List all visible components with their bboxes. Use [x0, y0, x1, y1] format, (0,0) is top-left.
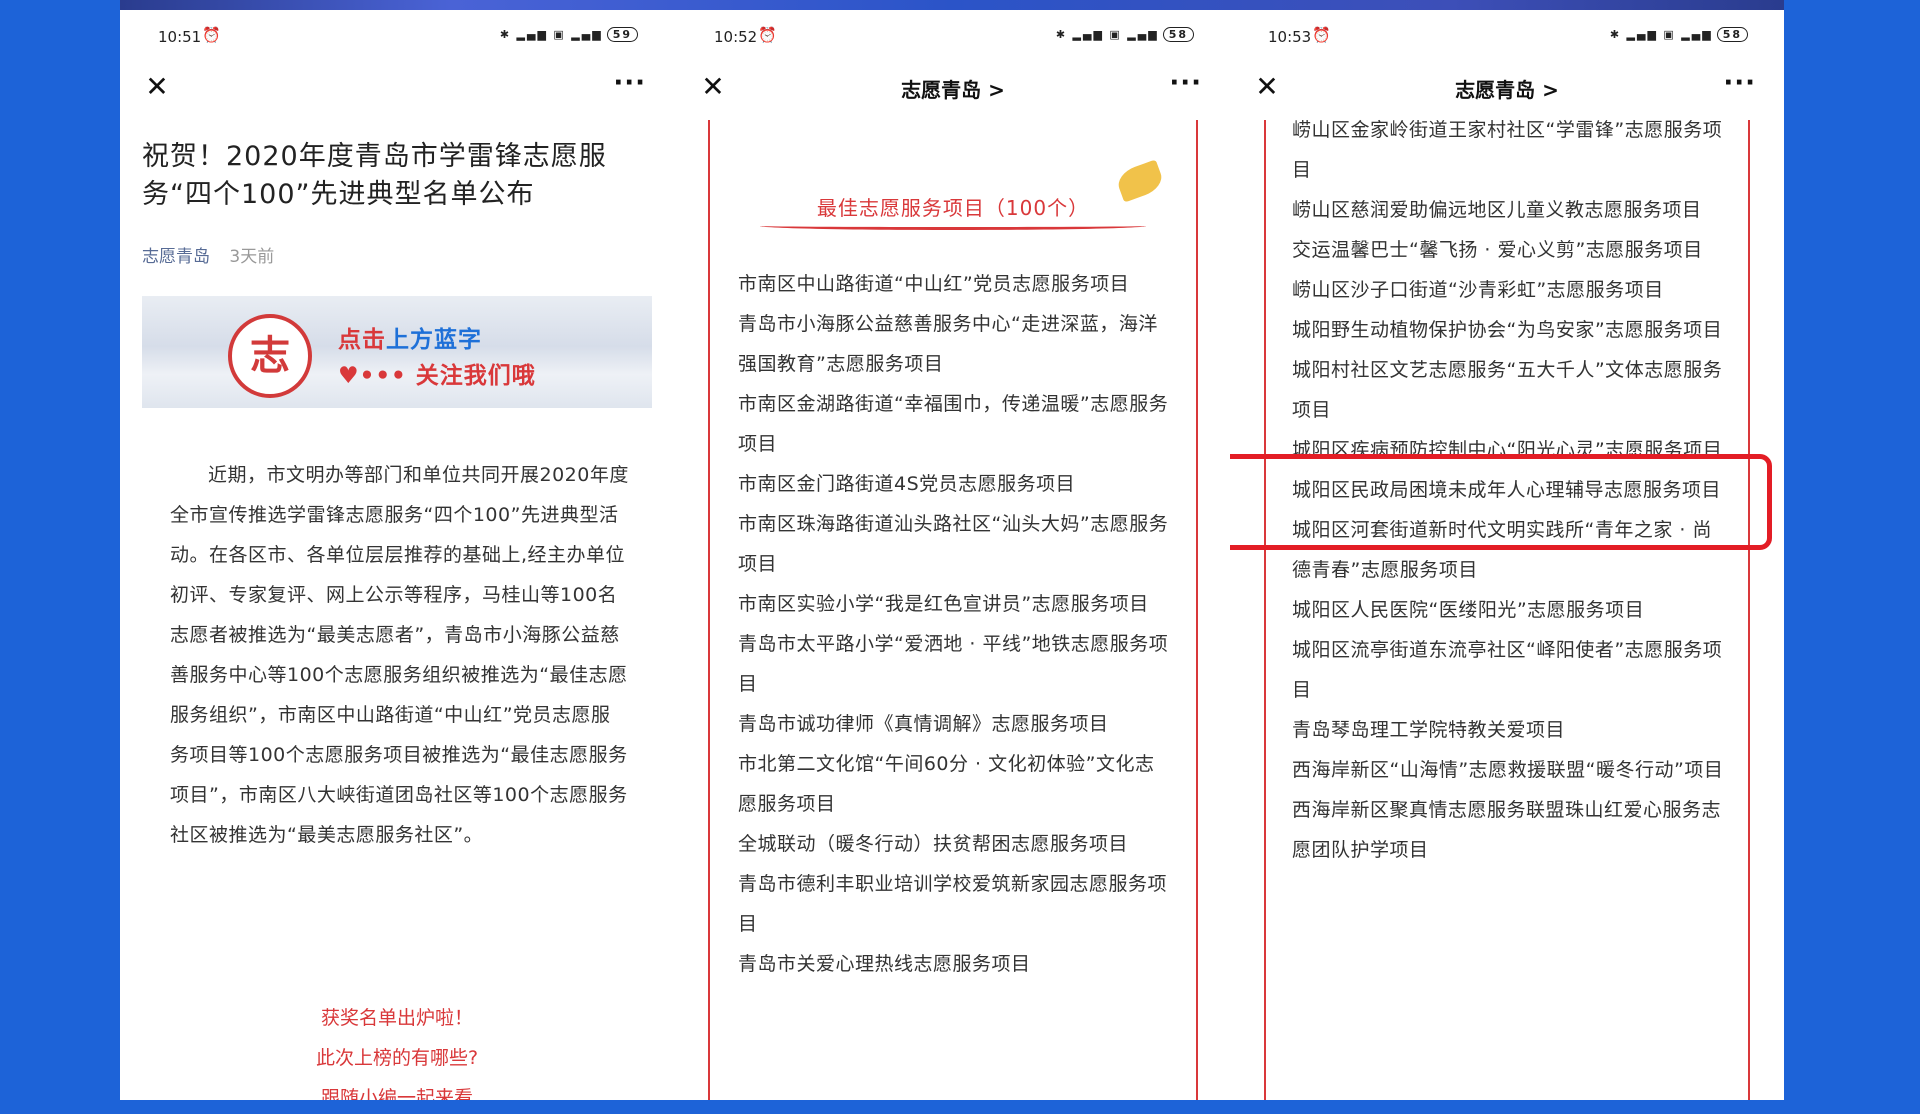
project-list: 市南区中山路街道“中山红”党员志愿服务项目青岛市小海豚公益慈善服务中心“走进深蓝… — [738, 264, 1172, 984]
list-area: 崂山区金家岭街道王家村社区“学雷锋”志愿服务项目崂山区慈润爱助偏远地区儿童义教志… — [1230, 119, 1784, 1100]
phone-screen-list-2: 10:53 ⏰ ✱ ▂▄▆ ▣ ▂▄▆ 58 ✕ 志愿青岛 > ··· 崂山区金家… — [1230, 10, 1784, 1100]
more-icon[interactable]: ··· — [1723, 68, 1756, 98]
more-icon[interactable]: ··· — [613, 68, 646, 98]
list-item: 市南区金门路街道4S党员志愿服务项目 — [738, 473, 1076, 495]
more-icon[interactable]: ··· — [1169, 68, 1202, 98]
list-item: 市南区金湖路街道“幸福围巾，传递温暖”志愿服务项目 — [738, 393, 1169, 455]
account-link[interactable]: 志愿青岛 — [142, 247, 210, 267]
list-item: 崂山区金家岭街道王家村社区“学雷锋”志愿服务项目 — [1292, 119, 1723, 181]
left-border — [708, 120, 710, 1100]
list-item: 西海岸新区“山海情”志愿救援联盟“暖冬行动”项目 — [1292, 759, 1724, 781]
follow-banner[interactable]: 志 点击上方蓝字 ♥••• 关注我们哦 — [142, 296, 652, 408]
red-callout: 获奖名单出炉啦！ 此次上榜的有哪些? 跟随小编一起来看 — [315, 1007, 479, 1100]
section-label: 最佳志愿服务项目（100个） — [816, 196, 1090, 220]
status-time: 10:53 — [1268, 28, 1312, 46]
signal-icons: ✱ ▂▄▆ ▣ ▂▄▆ 58 — [1056, 27, 1194, 42]
alarm-icon: ⏰ — [1312, 26, 1331, 44]
list-item: 城阳区人民医院“医缕阳光”志愿服务项目 — [1292, 599, 1645, 621]
list-area: 最佳志愿服务项目（100个） 市南区中山路街道“中山红”党员志愿服务项目青岛市小… — [676, 120, 1230, 1100]
status-time: 10:51 — [158, 28, 202, 46]
close-icon[interactable]: ✕ — [142, 72, 172, 102]
status-bar: 10:51 ⏰ ✱ ▂▄▆ ▣ ▂▄▆ 59 — [120, 24, 674, 50]
phone-screen-list-1: 10:52 ⏰ ✱ ▂▄▆ ▣ ▂▄▆ 58 ✕ 志愿青岛 > ··· 最佳志愿服… — [676, 10, 1230, 1100]
list-item: 市南区实验小学“我是红色宣讲员”志愿服务项目 — [738, 593, 1149, 615]
alarm-icon: ⏰ — [758, 26, 777, 44]
list-item: 市北第二文化馆“午间60分 · 文化初体验”文化志愿服务项目 — [738, 753, 1155, 815]
section-header: 最佳志愿服务项目（100个） — [676, 140, 1230, 230]
list-item: 崂山区沙子口街道“沙青彩虹”志愿服务项目 — [1292, 279, 1664, 301]
list-item: 青岛市诚功律师《真情调解》志愿服务项目 — [738, 713, 1109, 735]
banner-line1: 点击上方蓝字 — [338, 327, 482, 353]
battery-icon: 59 — [606, 27, 638, 42]
list-item: 青岛市德利丰职业培训学校爱筑新家园志愿服务项目 — [738, 873, 1168, 935]
heart-icon: ♥••• — [338, 363, 407, 389]
status-bar: 10:53 ⏰ ✱ ▂▄▆ ▣ ▂▄▆ 58 — [1230, 24, 1784, 50]
list-item: 市南区中山路街道“中山红”党员志愿服务项目 — [738, 273, 1130, 295]
list-item: 青岛琴岛理工学院特教关爱项目 — [1292, 719, 1566, 741]
list-item: 城阳野生动植物保护协会“为鸟安家”志愿服务项目 — [1292, 319, 1723, 341]
status-bar: 10:52 ⏰ ✱ ▂▄▆ ▣ ▂▄▆ 58 — [676, 24, 1230, 50]
section-underline — [760, 222, 1146, 230]
publish-time: 3天前 — [229, 247, 275, 267]
list-item: 青岛市小海豚公益慈善服务中心“走进深蓝，海洋强国教育”志愿服务项目 — [738, 313, 1158, 375]
alarm-icon: ⏰ — [202, 26, 221, 44]
right-border — [1748, 120, 1750, 1100]
left-border — [1264, 120, 1266, 1100]
volunteer-logo-icon: 志 — [228, 314, 312, 398]
signal-icons: ✱ ▂▄▆ ▣ ▂▄▆ 59 — [500, 27, 638, 42]
banner-line2: ♥••• 关注我们哦 — [338, 363, 536, 389]
list-item: 崂山区慈润爱助偏远地区儿童义教志愿服务项目 — [1292, 199, 1702, 221]
list-item: 西海岸新区聚真情志愿服务联盟珠山红爱心服务志愿团队护学项目 — [1292, 799, 1722, 861]
article-title: 祝贺！2020年度青岛市学雷锋志愿服务“四个100”先进典型名单公布 — [142, 141, 607, 210]
list-item: 城阳村社区文艺志愿服务“五大千人”文体志愿服务项目 — [1292, 359, 1723, 421]
navbar: ✕ 志愿青岛 > ··· — [676, 68, 1230, 112]
account-title-link[interactable]: 志愿青岛 > — [676, 74, 1230, 103]
article-meta: 志愿青岛 3天前 — [142, 242, 274, 267]
highlight-box — [1230, 454, 1772, 550]
battery-icon: 58 — [1716, 27, 1748, 42]
article-body: 近期，市文明办等部门和单位共同开展2020年度全市宣传推选学雷锋志愿服务“四个1… — [170, 464, 629, 846]
list-item: 交运温馨巴士“馨飞扬 · 爱心义剪”志愿服务项目 — [1292, 239, 1703, 261]
signal-icons: ✱ ▂▄▆ ▣ ▂▄▆ 58 — [1610, 27, 1748, 42]
battery-icon: 58 — [1162, 27, 1194, 42]
navbar: ✕ ··· — [120, 68, 674, 112]
status-time: 10:52 — [714, 28, 758, 46]
right-border — [1196, 120, 1198, 1100]
list-item: 青岛市太平路小学“爱洒地 · 平线”地铁志愿服务项目 — [738, 633, 1169, 695]
navbar: ✕ 志愿青岛 > ··· — [1230, 68, 1784, 112]
list-item: 市南区珠海路街道汕头路社区“汕头大妈”志愿服务项目 — [738, 513, 1169, 575]
list-item: 青岛市关爱心理热线志愿服务项目 — [738, 953, 1031, 975]
account-title-link[interactable]: 志愿青岛 > — [1230, 74, 1784, 103]
list-item: 全城联动（暖冬行动）扶贫帮困志愿服务项目 — [738, 833, 1129, 855]
list-item: 城阳区流亭街道东流亭社区“峄阳使者”志愿服务项目 — [1292, 639, 1723, 701]
phone-screen-article: 10:51 ⏰ ✱ ▂▄▆ ▣ ▂▄▆ 59 ✕ ··· 祝贺！2020年度青岛市… — [120, 10, 674, 1100]
